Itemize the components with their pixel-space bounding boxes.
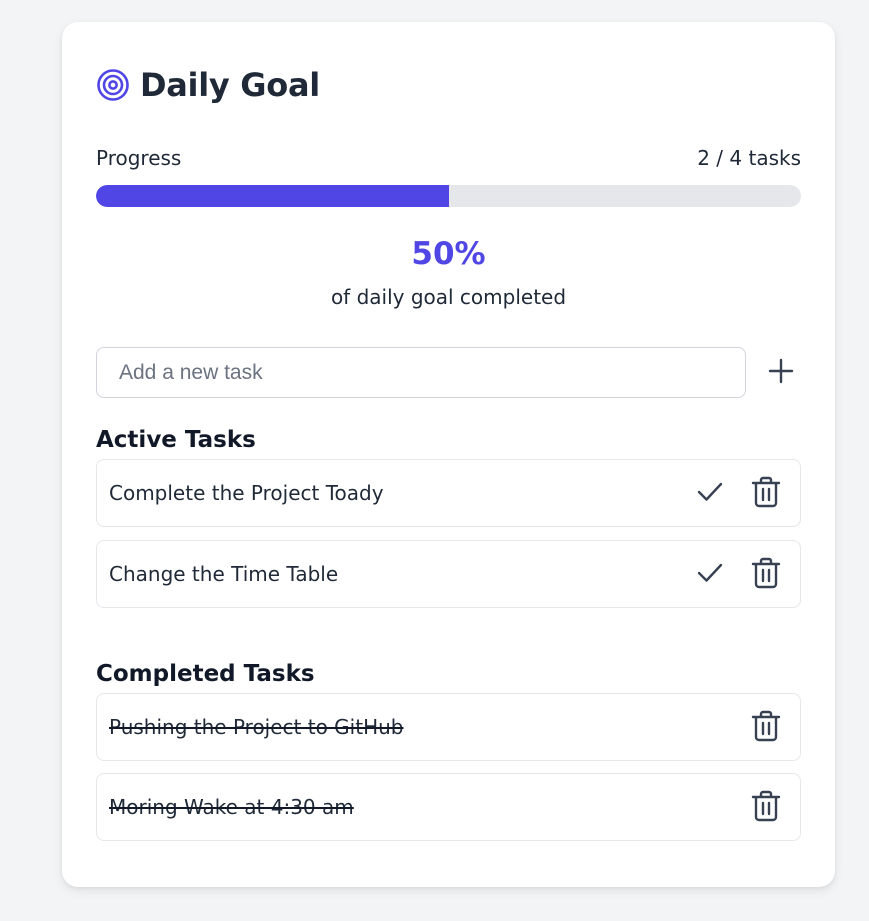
target-icon (96, 68, 130, 102)
progress-header: Progress 2 / 4 tasks (96, 146, 801, 170)
page-title: Daily Goal (140, 66, 320, 104)
complete-task-button[interactable] (694, 558, 726, 590)
progress-bar-fill (96, 185, 449, 207)
add-task-button[interactable] (764, 356, 798, 390)
active-task-item: Change the Time Table (96, 540, 801, 608)
active-task-item: Complete the Project Toady (96, 459, 801, 527)
completed-task-item: Moring Wake at 4:30 am (96, 773, 801, 841)
card-header: Daily Goal (96, 66, 320, 104)
progress-bar (96, 185, 801, 207)
completed-tasks-heading: Completed Tasks (96, 661, 315, 687)
progress-subtitle: of daily goal completed (330, 285, 567, 309)
progress-percent: 50% (411, 236, 486, 272)
completed-task-item: Pushing the Project to GitHub (96, 693, 801, 761)
delete-task-button[interactable] (750, 790, 782, 825)
progress-count: 2 / 4 tasks (697, 146, 801, 170)
task-text: Complete the Project Toady (109, 481, 384, 505)
trash-icon (751, 790, 781, 825)
complete-task-button[interactable] (694, 477, 726, 509)
task-text: Change the Time Table (109, 562, 339, 586)
check-icon (696, 559, 724, 590)
new-task-input[interactable] (96, 347, 746, 398)
active-tasks-heading: Active Tasks (96, 427, 256, 453)
trash-icon (751, 557, 781, 592)
check-icon (696, 478, 724, 509)
trash-icon (751, 476, 781, 511)
delete-task-button[interactable] (750, 710, 782, 745)
daily-goal-card: Daily Goal Progress 2 / 4 tasks 50% of d… (62, 22, 835, 887)
task-text: Moring Wake at 4:30 am (109, 795, 354, 819)
delete-task-button[interactable] (750, 476, 782, 511)
add-task-row (96, 347, 801, 398)
task-text: Pushing the Project to GitHub (109, 715, 404, 739)
delete-task-button[interactable] (750, 557, 782, 592)
trash-icon (751, 710, 781, 745)
progress-label: Progress (96, 146, 182, 170)
plus-icon (768, 358, 794, 387)
